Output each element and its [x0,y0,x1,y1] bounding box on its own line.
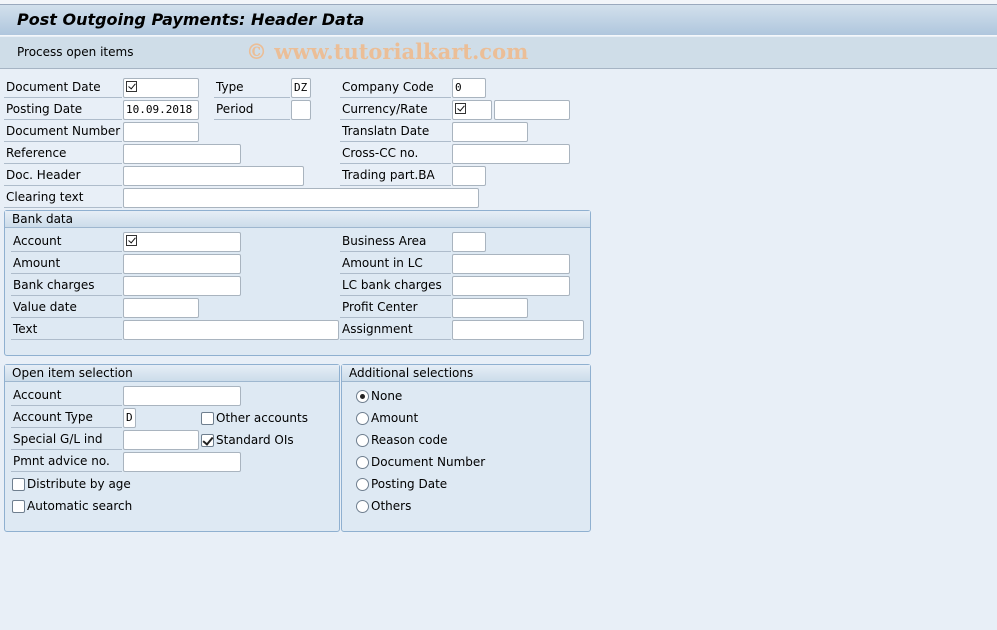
currency-rate-label: Currency/Rate [340,100,451,120]
trading-part-ba-input[interactable] [452,166,486,186]
radio-others[interactable] [356,500,369,513]
bank-data-title: Bank data [5,211,590,228]
account-type-input[interactable]: D [123,408,136,428]
pmnt-advice-no-label: Pmnt advice no. [11,452,122,472]
posting-date-input[interactable]: 10.09.2018 [123,100,199,120]
currency-input[interactable] [452,100,492,120]
profit-center-label: Profit Center [340,298,451,318]
automatic-search-label[interactable]: Automatic search [27,499,132,515]
radio-none-label[interactable]: None [371,389,402,405]
doc-header-label: Doc. Header [4,166,122,186]
required-entry-icon [455,103,466,114]
other-accounts-checkbox[interactable] [201,412,214,425]
watermark: © www.tutorialkart.com [246,39,529,64]
exchange-rate-input[interactable] [494,100,570,120]
oi-account-input[interactable] [123,386,241,406]
value-date-input[interactable] [123,298,199,318]
period-input[interactable] [291,100,311,120]
assignment-label: Assignment [340,320,451,340]
application-toolbar: Process open items © www.tutorialkart.co… [0,37,997,69]
business-area-label: Business Area [340,232,451,252]
radio-none[interactable] [356,390,369,403]
automatic-search-checkbox[interactable] [12,500,25,513]
page-title: Post Outgoing Payments: Header Data [17,10,365,29]
amount-in-lc-input[interactable] [452,254,570,274]
radio-posting-date[interactable] [356,478,369,491]
cross-cc-no-label: Cross-CC no. [340,144,451,164]
title-bar: Post Outgoing Payments: Header Data [0,5,997,36]
assignment-input[interactable] [452,320,584,340]
distribute-by-age-checkbox[interactable] [12,478,25,491]
lc-bank-charges-label: LC bank charges [340,276,451,296]
radio-amount[interactable] [356,412,369,425]
standard-ois-label[interactable]: Standard OIs [216,433,294,449]
distribute-by-age-label[interactable]: Distribute by age [27,477,131,493]
type-input[interactable]: DZ [291,78,311,98]
translatn-date-label: Translatn Date [340,122,451,142]
bank-charges-label: Bank charges [11,276,122,296]
special-gl-ind-label: Special G/L ind [11,430,122,450]
process-open-items-button[interactable]: Process open items [17,45,133,59]
cross-cc-no-input[interactable] [452,144,570,164]
other-accounts-label[interactable]: Other accounts [216,411,308,427]
translatn-date-input[interactable] [452,122,528,142]
open-item-selection-title: Open item selection [5,365,339,382]
text-input[interactable] [123,320,339,340]
additional-selections-title: Additional selections [342,365,590,382]
pmnt-advice-no-input[interactable] [123,452,241,472]
company-code-input[interactable]: 0 [452,78,486,98]
bank-account-input[interactable] [123,232,241,252]
company-code-label: Company Code [340,78,451,98]
radio-posting-date-label[interactable]: Posting Date [371,477,447,493]
radio-amount-label[interactable]: Amount [371,411,418,427]
clearing-text-input[interactable] [123,188,479,208]
type-label: Type [214,78,290,98]
radio-reason-code-label[interactable]: Reason code [371,433,448,449]
document-date-label: Document Date [4,78,122,98]
amount-label: Amount [11,254,122,274]
trading-part-ba-label: Trading part.BA [340,166,451,186]
amount-input[interactable] [123,254,241,274]
required-entry-icon [126,235,137,246]
radio-document-number[interactable] [356,456,369,469]
radio-reason-code[interactable] [356,434,369,447]
doc-header-input[interactable] [123,166,304,186]
amount-in-lc-label: Amount in LC [340,254,451,274]
business-area-input[interactable] [452,232,486,252]
value-date-label: Value date [11,298,122,318]
period-label: Period [214,100,290,120]
special-gl-ind-input[interactable] [123,430,199,450]
reference-label: Reference [4,144,122,164]
document-date-input[interactable] [123,78,199,98]
radio-document-number-label[interactable]: Document Number [371,455,485,471]
oi-account-label: Account [11,386,122,406]
lc-bank-charges-input[interactable] [452,276,570,296]
standard-ois-checkbox[interactable] [201,434,214,447]
document-number-input[interactable] [123,122,199,142]
profit-center-input[interactable] [452,298,528,318]
bank-account-label: Account [11,232,122,252]
radio-others-label[interactable]: Others [371,499,411,515]
text-label: Text [11,320,122,340]
reference-input[interactable] [123,144,241,164]
bank-charges-input[interactable] [123,276,241,296]
required-entry-icon [126,81,137,92]
clearing-text-label: Clearing text [4,188,122,208]
document-number-label: Document Number [4,122,122,142]
posting-date-label: Posting Date [4,100,122,120]
account-type-label: Account Type [11,408,122,428]
